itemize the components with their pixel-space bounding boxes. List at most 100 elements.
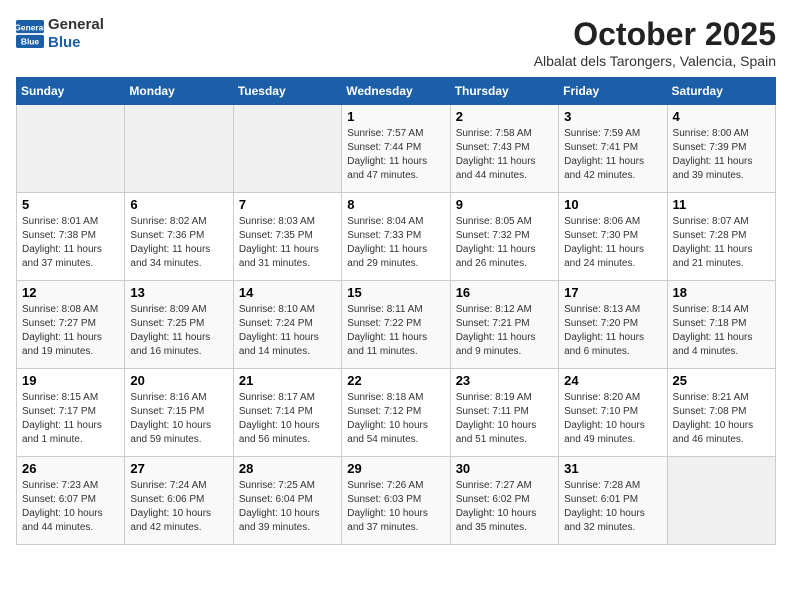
- logo-blue-text: Blue: [48, 34, 81, 51]
- day-info: Sunrise: 7:28 AM Sunset: 6:01 PM Dayligh…: [564, 479, 661, 535]
- calendar-cell: 28 Sunrise: 7:25 AM Sunset: 6:04 PM Dayli…: [233, 457, 341, 545]
- calendar-cell: 22 Sunrise: 8:18 AM Sunset: 7:12 PM Dayli…: [342, 369, 450, 457]
- weekday-header: Saturday: [667, 78, 775, 105]
- day-number: 7: [239, 197, 336, 212]
- weekday-header: Sunday: [17, 78, 125, 105]
- calendar-cell: 2Sunrise: 7:58 AM Sunset: 7:43 PM Daylig…: [450, 105, 558, 193]
- day-info: Sunrise: 7:27 AM Sunset: 6:02 PM Dayligh…: [456, 479, 553, 535]
- logo: General Blue General Blue: [16, 16, 104, 52]
- calendar-cell: 17 Sunrise: 8:13 AM Sunset: 7:20 PM Dayli…: [559, 281, 667, 369]
- day-number: 15: [347, 285, 444, 300]
- calendar-week-row: 26 Sunrise: 7:23 AM Sunset: 6:07 PM Dayli…: [17, 457, 776, 545]
- day-number: 25: [673, 373, 770, 388]
- calendar-cell: 13 Sunrise: 8:09 AM Sunset: 7:25 PM Dayli…: [125, 281, 233, 369]
- day-info: Sunrise: 8:13 AM Sunset: 7:20 PM Dayligh…: [564, 303, 661, 359]
- weekday-header: Wednesday: [342, 78, 450, 105]
- day-number: 8: [347, 197, 444, 212]
- calendar-cell: 3 Sunrise: 7:59 AM Sunset: 7:41 PM Daylig…: [559, 105, 667, 193]
- calendar-cell: 20 Sunrise: 8:16 AM Sunset: 7:15 PM Dayli…: [125, 369, 233, 457]
- day-info: Sunrise: 8:14 AM Sunset: 7:18 PM Dayligh…: [673, 303, 770, 359]
- day-number: 20: [130, 373, 227, 388]
- day-number: 17: [564, 285, 661, 300]
- day-number: 11: [673, 197, 770, 212]
- calendar-cell: [125, 105, 233, 193]
- calendar-table: SundayMondayTuesdayWednesdayThursdayFrid…: [16, 77, 776, 545]
- calendar-cell: 8 Sunrise: 8:04 AM Sunset: 7:33 PM Daylig…: [342, 193, 450, 281]
- day-number: 9: [456, 197, 553, 212]
- calendar-cell: 15 Sunrise: 8:11 AM Sunset: 7:22 PM Dayli…: [342, 281, 450, 369]
- day-number: 10: [564, 197, 661, 212]
- calendar-cell: 14 Sunrise: 8:10 AM Sunset: 7:24 PM Dayli…: [233, 281, 341, 369]
- day-info: Sunrise: 7:23 AM Sunset: 6:07 PM Dayligh…: [22, 479, 119, 535]
- day-info: Sunrise: 8:11 AM Sunset: 7:22 PM Dayligh…: [347, 303, 444, 359]
- day-info: Sunrise: 8:04 AM Sunset: 7:33 PM Dayligh…: [347, 215, 444, 271]
- page-header: General Blue General Blue October 2025 A…: [16, 16, 776, 69]
- calendar-week-row: 19Sunrise: 8:15 AM Sunset: 7:17 PM Dayli…: [17, 369, 776, 457]
- day-number: 30: [456, 461, 553, 476]
- day-number: 14: [239, 285, 336, 300]
- day-info: Sunrise: 7:25 AM Sunset: 6:04 PM Dayligh…: [239, 479, 336, 535]
- day-info: Sunrise: 7:59 AM Sunset: 7:41 PM Dayligh…: [564, 127, 661, 183]
- title-block: October 2025 Albalat dels Tarongers, Val…: [534, 16, 776, 69]
- calendar-cell: 24 Sunrise: 8:20 AM Sunset: 7:10 PM Dayli…: [559, 369, 667, 457]
- calendar-cell: 7 Sunrise: 8:03 AM Sunset: 7:35 PM Daylig…: [233, 193, 341, 281]
- day-number: 4: [673, 109, 770, 124]
- day-number: 22: [347, 373, 444, 388]
- svg-text:Blue: Blue: [21, 37, 39, 47]
- day-info: Sunrise: 8:03 AM Sunset: 7:35 PM Dayligh…: [239, 215, 336, 271]
- day-info: Sunrise: 7:57 AM Sunset: 7:44 PM Dayligh…: [347, 127, 444, 183]
- calendar-cell: [233, 105, 341, 193]
- day-info: Sunrise: 8:18 AM Sunset: 7:12 PM Dayligh…: [347, 391, 444, 447]
- day-info: Sunrise: 8:06 AM Sunset: 7:30 PM Dayligh…: [564, 215, 661, 271]
- calendar-cell: 16Sunrise: 8:12 AM Sunset: 7:21 PM Dayli…: [450, 281, 558, 369]
- weekday-header: Monday: [125, 78, 233, 105]
- day-number: 24: [564, 373, 661, 388]
- day-info: Sunrise: 8:09 AM Sunset: 7:25 PM Dayligh…: [130, 303, 227, 359]
- day-info: Sunrise: 7:24 AM Sunset: 6:06 PM Dayligh…: [130, 479, 227, 535]
- calendar-week-row: 12 Sunrise: 8:08 AM Sunset: 7:27 PM Dayli…: [17, 281, 776, 369]
- day-number: 19: [22, 373, 119, 388]
- day-info: Sunrise: 8:02 AM Sunset: 7:36 PM Dayligh…: [130, 215, 227, 271]
- day-number: 27: [130, 461, 227, 476]
- weekday-header: Friday: [559, 78, 667, 105]
- day-number: 2: [456, 109, 553, 124]
- day-number: 18: [673, 285, 770, 300]
- day-info: Sunrise: 8:16 AM Sunset: 7:15 PM Dayligh…: [130, 391, 227, 447]
- day-number: 12: [22, 285, 119, 300]
- logo-icon: General Blue: [16, 20, 44, 48]
- calendar-cell: 23 Sunrise: 8:19 AM Sunset: 7:11 PM Dayli…: [450, 369, 558, 457]
- weekday-header: Thursday: [450, 78, 558, 105]
- day-info: Sunrise: 8:07 AM Sunset: 7:28 PM Dayligh…: [673, 215, 770, 271]
- day-info: Sunrise: 8:20 AM Sunset: 7:10 PM Dayligh…: [564, 391, 661, 447]
- day-number: 23: [456, 373, 553, 388]
- day-info: Sunrise: 8:19 AM Sunset: 7:11 PM Dayligh…: [456, 391, 553, 447]
- calendar-body: 1 Sunrise: 7:57 AM Sunset: 7:44 PM Daylig…: [17, 105, 776, 545]
- day-number: 29: [347, 461, 444, 476]
- svg-text:General: General: [16, 22, 44, 32]
- calendar-cell: 9Sunrise: 8:05 AM Sunset: 7:32 PM Daylig…: [450, 193, 558, 281]
- calendar-cell: 26 Sunrise: 7:23 AM Sunset: 6:07 PM Dayli…: [17, 457, 125, 545]
- day-info: Sunrise: 8:00 AM Sunset: 7:39 PM Dayligh…: [673, 127, 770, 183]
- calendar-cell: 4 Sunrise: 8:00 AM Sunset: 7:39 PM Daylig…: [667, 105, 775, 193]
- weekday-row: SundayMondayTuesdayWednesdayThursdayFrid…: [17, 78, 776, 105]
- day-info: Sunrise: 8:17 AM Sunset: 7:14 PM Dayligh…: [239, 391, 336, 447]
- day-info: Sunrise: 8:10 AM Sunset: 7:24 PM Dayligh…: [239, 303, 336, 359]
- day-number: 1: [347, 109, 444, 124]
- day-info: Sunrise: 7:26 AM Sunset: 6:03 PM Dayligh…: [347, 479, 444, 535]
- calendar-cell: 29 Sunrise: 7:26 AM Sunset: 6:03 PM Dayli…: [342, 457, 450, 545]
- calendar-week-row: 5Sunrise: 8:01 AM Sunset: 7:38 PM Daylig…: [17, 193, 776, 281]
- day-number: 28: [239, 461, 336, 476]
- day-number: 3: [564, 109, 661, 124]
- day-number: 6: [130, 197, 227, 212]
- day-number: 26: [22, 461, 119, 476]
- day-number: 13: [130, 285, 227, 300]
- calendar-cell: 18 Sunrise: 8:14 AM Sunset: 7:18 PM Dayli…: [667, 281, 775, 369]
- calendar-cell: 12 Sunrise: 8:08 AM Sunset: 7:27 PM Dayli…: [17, 281, 125, 369]
- month-title: October 2025: [534, 16, 776, 53]
- calendar-cell: [17, 105, 125, 193]
- calendar-cell: 19Sunrise: 8:15 AM Sunset: 7:17 PM Dayli…: [17, 369, 125, 457]
- location-title: Albalat dels Tarongers, Valencia, Spain: [534, 53, 776, 69]
- day-info: Sunrise: 8:08 AM Sunset: 7:27 PM Dayligh…: [22, 303, 119, 359]
- day-number: 31: [564, 461, 661, 476]
- calendar-cell: 30 Sunrise: 7:27 AM Sunset: 6:02 PM Dayli…: [450, 457, 558, 545]
